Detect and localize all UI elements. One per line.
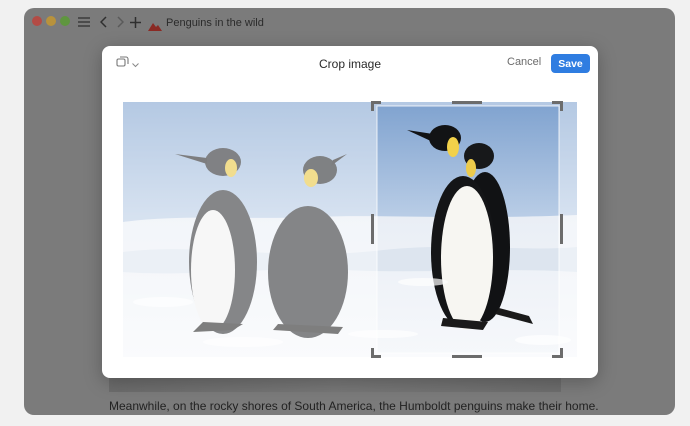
document-mountain-icon [148, 18, 162, 31]
crop-handle-top-right-vertical[interactable] [560, 101, 563, 111]
save-button[interactable]: Save [551, 54, 590, 73]
cancel-button[interactable]: Cancel [507, 56, 541, 68]
crop-dialog: Crop image Cancel Save [102, 46, 598, 378]
zoom-window-button[interactable] [60, 16, 70, 26]
minimize-window-button[interactable] [46, 16, 56, 26]
sidebar-icon[interactable] [78, 16, 90, 30]
background-paragraph: Meanwhile, on the rocky shores of South … [109, 399, 599, 413]
chevron-right-icon[interactable] [116, 16, 125, 30]
crop-handle-top-edge[interactable] [452, 101, 482, 104]
plus-icon[interactable] [130, 16, 141, 30]
dialog-header: Crop image Cancel Save [102, 46, 598, 82]
crop-handle-bottom-left-vertical[interactable] [371, 348, 374, 358]
titlebar: Penguins in the wild [24, 8, 675, 38]
close-window-button[interactable] [32, 16, 42, 26]
chevron-left-icon[interactable] [99, 16, 108, 30]
crop-handle-right-edge[interactable] [560, 214, 563, 244]
crop-handle-bottom-right-vertical[interactable] [560, 348, 563, 358]
crop-image-canvas[interactable] [123, 102, 577, 357]
window-title: Penguins in the wild [166, 17, 264, 29]
crop-handle-top-left-vertical[interactable] [371, 101, 374, 111]
crop-handle-left-edge[interactable] [371, 214, 374, 244]
crop-handle-bottom-edge[interactable] [452, 355, 482, 358]
background-image-strip [109, 378, 561, 392]
